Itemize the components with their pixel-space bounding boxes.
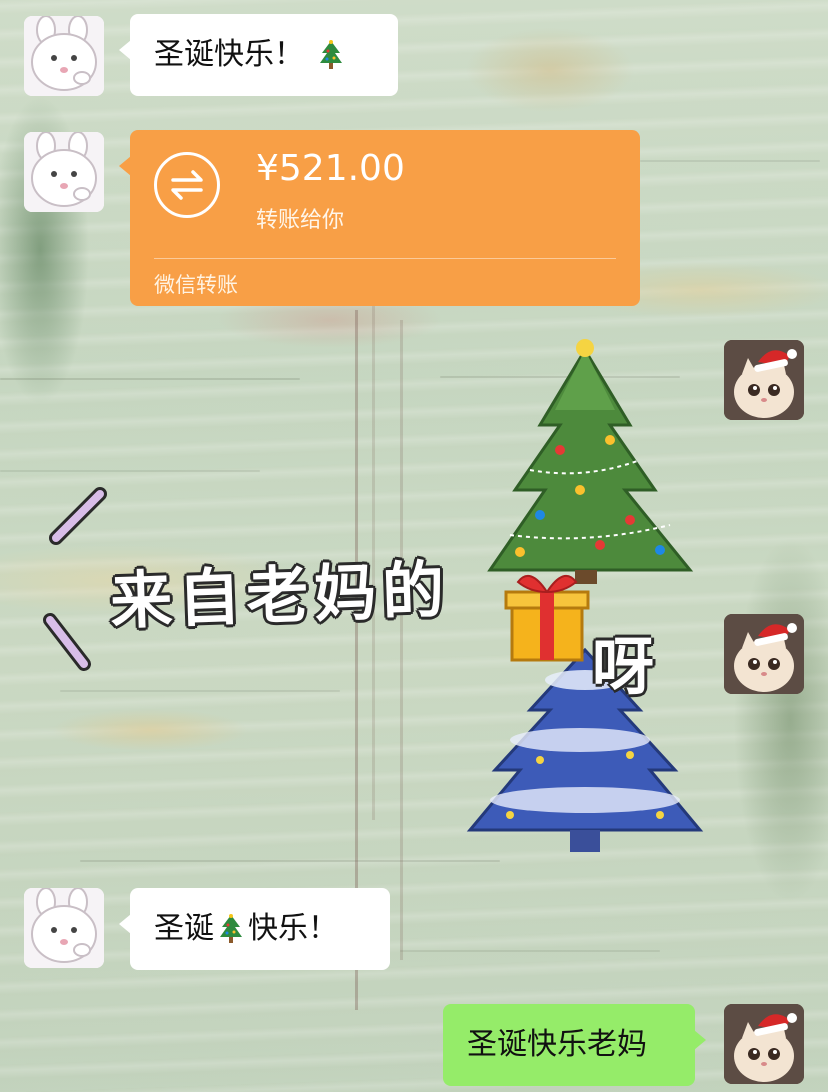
sender-avatar-bunny[interactable] [24,888,104,968]
christmas-tree-emoji-icon [320,40,342,69]
transfer-amount: ¥521.00 [256,148,405,189]
transfer-description: 转账给你 [256,208,345,233]
message-text-after: 快乐！ [248,911,338,946]
transfer-footer-label: 微信转账 [154,273,238,297]
bunny-avatar-icon [24,132,104,212]
gift-box-icon [504,574,590,662]
message-bubble-outgoing[interactable]: 圣诞快乐老妈 [443,1004,706,1086]
sticker-message[interactable]: 来自老妈的 呀 [40,330,720,870]
sender-avatar-bunny[interactable] [24,132,104,212]
background-stroke [400,950,660,952]
christmas-tree-emoji-icon [220,914,242,943]
transfer-arrows-icon [154,152,220,218]
sender-avatar-bunny[interactable] [24,16,104,96]
cat-santa-hat-avatar-icon [724,614,804,694]
message-bubble-incoming[interactable]: 圣诞 快乐！ [119,888,390,970]
sticker-caption-end: 呀 [592,630,655,703]
sender-avatar-cat[interactable] [724,1004,804,1084]
message-text: 圣诞快乐！ [154,37,304,72]
blue-christmas-tree-icon [466,647,704,852]
bunny-avatar-icon [24,16,104,96]
sender-avatar-cat[interactable] [724,614,804,694]
bunny-avatar-icon [24,888,104,968]
cat-santa-hat-avatar-icon [724,1004,804,1084]
cat-santa-hat-avatar-icon [724,340,804,420]
message-text-before: 圣诞 [154,911,214,946]
message-text: 圣诞快乐老妈 [467,1027,647,1062]
message-bubble-incoming[interactable]: 圣诞快乐！ [119,14,398,96]
transfer-divider [154,258,616,259]
green-christmas-tree-icon [487,339,694,584]
sender-avatar-cat[interactable] [724,340,804,420]
background-stroke [640,160,820,162]
sticker-caption: 来自老妈的 [109,553,452,638]
wechat-transfer-card[interactable]: ¥521.00 转账给你 微信转账 [119,130,640,306]
